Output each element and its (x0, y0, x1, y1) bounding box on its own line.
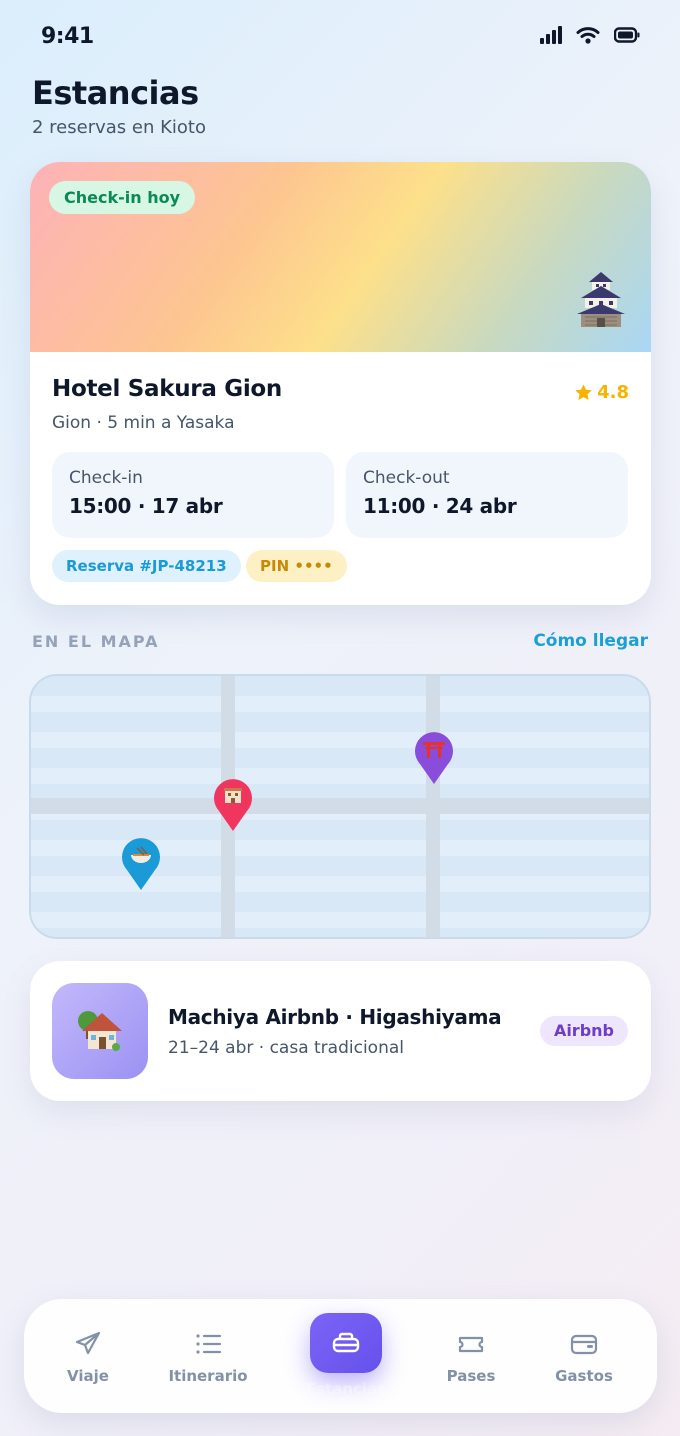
checkin-box: Check-in 15:00 · 17 abr (52, 452, 334, 538)
hotel-hero: Check-in hoy (30, 162, 651, 352)
shrine-pin[interactable] (413, 730, 455, 786)
map-card[interactable] (29, 674, 651, 939)
rating-value: 4.8 (597, 382, 629, 403)
checkout-box: Check-out 11:00 · 24 abr (346, 452, 628, 538)
checkout-label: Check-out (363, 468, 450, 488)
battery-icon (614, 27, 640, 43)
castle-icon (577, 272, 625, 327)
reservation-pill[interactable]: Reserva #JP-48213 (52, 550, 241, 582)
checkin-label: Check-in (69, 468, 143, 488)
hotel-location: Gion · 5 min a Yasaka (52, 413, 235, 433)
signal-icon (540, 26, 562, 44)
wallet-icon (570, 1334, 598, 1355)
food-pin[interactable] (120, 836, 162, 892)
ticket-icon (458, 1336, 484, 1353)
list-icon (196, 1334, 222, 1354)
tab-label: Estancias (305, 1380, 387, 1398)
directions-link[interactable]: Cómo llegar (533, 631, 648, 651)
status-time: 9:41 (41, 24, 94, 49)
tab-label: Pases (446, 1367, 496, 1385)
tab-estancias[interactable]: Estancias (291, 1299, 401, 1413)
tab-gastos[interactable]: Gastos (529, 1299, 639, 1413)
map-road (31, 798, 649, 814)
tab-itinerario[interactable]: Itinerario (153, 1299, 263, 1413)
checkout-value: 11:00 · 24 abr (363, 494, 517, 518)
checkin-value: 15:00 · 17 abr (69, 494, 223, 518)
map-section-label: EN EL MAPA (32, 632, 160, 651)
wifi-icon (576, 27, 600, 44)
bed-icon (332, 1332, 360, 1353)
hotel-icon (224, 788, 242, 803)
hotel-card[interactable]: Check-in hoy Hotel Sakura Gion 4.8 Gion … (30, 162, 651, 605)
hotel-name: Hotel Sakura Gion (52, 376, 282, 402)
airbnb-thumbnail (52, 983, 148, 1079)
tab-label: Itinerario (168, 1367, 248, 1385)
hotel-pin[interactable] (212, 777, 254, 833)
house-icon (78, 1011, 122, 1051)
page-title: Estancias (32, 74, 199, 112)
map-road (426, 676, 440, 937)
airbnb-title: Machiya Airbnb · Higashiyama (168, 1005, 502, 1029)
airbnb-badge: Airbnb (539, 1016, 628, 1046)
tab-label: Viaje (67, 1367, 109, 1385)
hotel-rating: 4.8 (574, 382, 629, 403)
tab-label: Gastos (555, 1367, 613, 1385)
plane-icon (75, 1331, 101, 1355)
checkin-today-badge: Check-in hoy (49, 181, 196, 214)
pin-pill[interactable]: PIN •••• (246, 550, 347, 582)
tab-pases[interactable]: Pases (416, 1299, 526, 1413)
airbnb-subtitle: 21–24 abr · casa tradicional (168, 1038, 404, 1058)
status-bar: 9:41 (0, 0, 680, 76)
airbnb-card[interactable]: Machiya Airbnb · Higashiyama 21–24 abr ·… (30, 961, 651, 1101)
star-icon (575, 384, 592, 400)
tab-viaje[interactable]: Viaje (33, 1299, 143, 1413)
page-subtitle: 2 reservas en Kioto (32, 117, 206, 138)
tab-bar: Viaje Itinerario Estancias Pases Gastos (24, 1299, 657, 1413)
status-icons (540, 26, 640, 44)
